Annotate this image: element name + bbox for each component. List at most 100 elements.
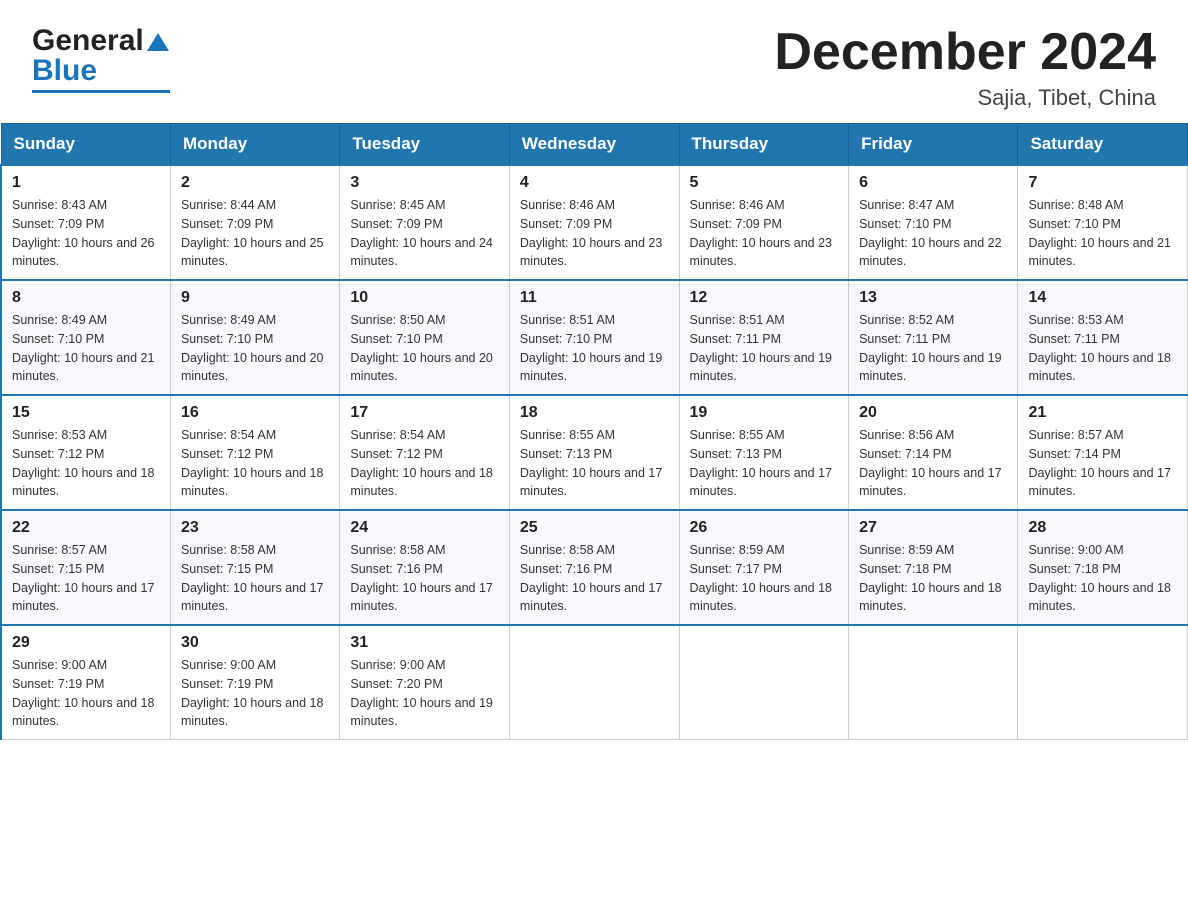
sunset-label: Sunset: 7:11 PM bbox=[1028, 332, 1120, 346]
day-number: 24 bbox=[350, 519, 498, 537]
day-number: 21 bbox=[1028, 404, 1177, 422]
day-number: 20 bbox=[859, 404, 1007, 422]
day-info: Sunrise: 8:54 AM Sunset: 7:12 PM Dayligh… bbox=[350, 426, 498, 501]
sunset-label: Sunset: 7:12 PM bbox=[350, 447, 442, 461]
day-info: Sunrise: 8:53 AM Sunset: 7:12 PM Dayligh… bbox=[12, 426, 160, 501]
sunset-label: Sunset: 7:10 PM bbox=[12, 332, 104, 346]
day-number: 23 bbox=[181, 519, 329, 537]
sunrise-label: Sunrise: 8:48 AM bbox=[1028, 198, 1123, 212]
sunset-label: Sunset: 7:10 PM bbox=[520, 332, 612, 346]
sunset-label: Sunset: 7:14 PM bbox=[859, 447, 951, 461]
day-cell-22: 22 Sunrise: 8:57 AM Sunset: 7:15 PM Dayl… bbox=[1, 510, 170, 625]
daylight-label: Daylight: 10 hours and 23 minutes. bbox=[690, 236, 832, 269]
sunrise-label: Sunrise: 8:50 AM bbox=[350, 313, 445, 327]
sunrise-label: Sunrise: 9:00 AM bbox=[1028, 543, 1123, 557]
day-number: 7 bbox=[1028, 174, 1177, 192]
daylight-label: Daylight: 10 hours and 17 minutes. bbox=[520, 581, 662, 614]
sunrise-label: Sunrise: 8:57 AM bbox=[1028, 428, 1123, 442]
calendar-header-row: Sunday Monday Tuesday Wednesday Thursday… bbox=[1, 124, 1188, 166]
logo: General Blue bbox=[32, 24, 170, 93]
sunset-label: Sunset: 7:09 PM bbox=[12, 217, 104, 231]
week-row-3: 15 Sunrise: 8:53 AM Sunset: 7:12 PM Dayl… bbox=[1, 395, 1188, 510]
day-info: Sunrise: 8:53 AM Sunset: 7:11 PM Dayligh… bbox=[1028, 311, 1177, 386]
day-cell-23: 23 Sunrise: 8:58 AM Sunset: 7:15 PM Dayl… bbox=[170, 510, 339, 625]
sunrise-label: Sunrise: 8:47 AM bbox=[859, 198, 954, 212]
daylight-label: Daylight: 10 hours and 20 minutes. bbox=[181, 351, 323, 384]
sunrise-label: Sunrise: 8:44 AM bbox=[181, 198, 276, 212]
day-cell-31: 31 Sunrise: 9:00 AM Sunset: 7:20 PM Dayl… bbox=[340, 625, 509, 740]
daylight-label: Daylight: 10 hours and 23 minutes. bbox=[520, 236, 662, 269]
day-number: 17 bbox=[350, 404, 498, 422]
sunset-label: Sunset: 7:17 PM bbox=[690, 562, 782, 576]
daylight-label: Daylight: 10 hours and 18 minutes. bbox=[690, 581, 832, 614]
week-row-5: 29 Sunrise: 9:00 AM Sunset: 7:19 PM Dayl… bbox=[1, 625, 1188, 740]
sunrise-label: Sunrise: 8:51 AM bbox=[520, 313, 615, 327]
day-info: Sunrise: 8:56 AM Sunset: 7:14 PM Dayligh… bbox=[859, 426, 1007, 501]
sunrise-label: Sunrise: 8:46 AM bbox=[520, 198, 615, 212]
sunrise-label: Sunrise: 9:00 AM bbox=[181, 658, 276, 672]
day-info: Sunrise: 8:49 AM Sunset: 7:10 PM Dayligh… bbox=[181, 311, 329, 386]
sunrise-label: Sunrise: 8:55 AM bbox=[520, 428, 615, 442]
sunset-label: Sunset: 7:19 PM bbox=[12, 677, 104, 691]
sunset-label: Sunset: 7:10 PM bbox=[1028, 217, 1120, 231]
empty-cell-w4d6 bbox=[1018, 625, 1188, 740]
daylight-label: Daylight: 10 hours and 17 minutes. bbox=[859, 466, 1001, 499]
sunrise-label: Sunrise: 8:52 AM bbox=[859, 313, 954, 327]
day-info: Sunrise: 8:51 AM Sunset: 7:11 PM Dayligh… bbox=[690, 311, 839, 386]
daylight-label: Daylight: 10 hours and 17 minutes. bbox=[1028, 466, 1170, 499]
day-cell-28: 28 Sunrise: 9:00 AM Sunset: 7:18 PM Dayl… bbox=[1018, 510, 1188, 625]
daylight-label: Daylight: 10 hours and 19 minutes. bbox=[350, 696, 492, 729]
day-info: Sunrise: 8:58 AM Sunset: 7:16 PM Dayligh… bbox=[520, 541, 669, 616]
sunset-label: Sunset: 7:16 PM bbox=[350, 562, 442, 576]
daylight-label: Daylight: 10 hours and 20 minutes. bbox=[350, 351, 492, 384]
day-cell-9: 9 Sunrise: 8:49 AM Sunset: 7:10 PM Dayli… bbox=[170, 280, 339, 395]
day-cell-25: 25 Sunrise: 8:58 AM Sunset: 7:16 PM Dayl… bbox=[509, 510, 679, 625]
daylight-label: Daylight: 10 hours and 19 minutes. bbox=[520, 351, 662, 384]
day-cell-11: 11 Sunrise: 8:51 AM Sunset: 7:10 PM Dayl… bbox=[509, 280, 679, 395]
sunset-label: Sunset: 7:14 PM bbox=[1028, 447, 1120, 461]
daylight-label: Daylight: 10 hours and 19 minutes. bbox=[859, 351, 1001, 384]
sunset-label: Sunset: 7:10 PM bbox=[350, 332, 442, 346]
sunset-label: Sunset: 7:18 PM bbox=[859, 562, 951, 576]
sunset-label: Sunset: 7:13 PM bbox=[520, 447, 612, 461]
day-cell-21: 21 Sunrise: 8:57 AM Sunset: 7:14 PM Dayl… bbox=[1018, 395, 1188, 510]
day-cell-26: 26 Sunrise: 8:59 AM Sunset: 7:17 PM Dayl… bbox=[679, 510, 849, 625]
day-number: 16 bbox=[181, 404, 329, 422]
sunset-label: Sunset: 7:09 PM bbox=[350, 217, 442, 231]
day-cell-18: 18 Sunrise: 8:55 AM Sunset: 7:13 PM Dayl… bbox=[509, 395, 679, 510]
day-number: 10 bbox=[350, 289, 498, 307]
sunrise-label: Sunrise: 8:43 AM bbox=[12, 198, 107, 212]
day-cell-14: 14 Sunrise: 8:53 AM Sunset: 7:11 PM Dayl… bbox=[1018, 280, 1188, 395]
sunrise-label: Sunrise: 8:54 AM bbox=[181, 428, 276, 442]
sunset-label: Sunset: 7:09 PM bbox=[690, 217, 782, 231]
col-header-saturday: Saturday bbox=[1018, 124, 1188, 166]
day-number: 6 bbox=[859, 174, 1007, 192]
day-cell-1: 1 Sunrise: 8:43 AM Sunset: 7:09 PM Dayli… bbox=[1, 165, 170, 280]
sunrise-label: Sunrise: 9:00 AM bbox=[350, 658, 445, 672]
daylight-label: Daylight: 10 hours and 21 minutes. bbox=[12, 351, 154, 384]
day-number: 31 bbox=[350, 634, 498, 652]
day-cell-12: 12 Sunrise: 8:51 AM Sunset: 7:11 PM Dayl… bbox=[679, 280, 849, 395]
empty-cell-w4d4 bbox=[679, 625, 849, 740]
sunset-label: Sunset: 7:11 PM bbox=[859, 332, 951, 346]
sunrise-label: Sunrise: 8:57 AM bbox=[12, 543, 107, 557]
daylight-label: Daylight: 10 hours and 18 minutes. bbox=[859, 581, 1001, 614]
day-number: 2 bbox=[181, 174, 329, 192]
day-info: Sunrise: 8:58 AM Sunset: 7:15 PM Dayligh… bbox=[181, 541, 329, 616]
sunset-label: Sunset: 7:15 PM bbox=[12, 562, 104, 576]
logo-underline bbox=[32, 90, 170, 93]
day-number: 4 bbox=[520, 174, 669, 192]
day-number: 25 bbox=[520, 519, 669, 537]
day-info: Sunrise: 8:55 AM Sunset: 7:13 PM Dayligh… bbox=[690, 426, 839, 501]
sunrise-label: Sunrise: 8:53 AM bbox=[1028, 313, 1123, 327]
daylight-label: Daylight: 10 hours and 17 minutes. bbox=[12, 581, 154, 614]
daylight-label: Daylight: 10 hours and 18 minutes. bbox=[181, 466, 323, 499]
sunrise-label: Sunrise: 8:45 AM bbox=[350, 198, 445, 212]
sunset-label: Sunset: 7:16 PM bbox=[520, 562, 612, 576]
day-info: Sunrise: 8:51 AM Sunset: 7:10 PM Dayligh… bbox=[520, 311, 669, 386]
day-cell-17: 17 Sunrise: 8:54 AM Sunset: 7:12 PM Dayl… bbox=[340, 395, 509, 510]
empty-cell-w4d3 bbox=[509, 625, 679, 740]
daylight-label: Daylight: 10 hours and 18 minutes. bbox=[1028, 351, 1170, 384]
day-cell-3: 3 Sunrise: 8:45 AM Sunset: 7:09 PM Dayli… bbox=[340, 165, 509, 280]
day-cell-24: 24 Sunrise: 8:58 AM Sunset: 7:16 PM Dayl… bbox=[340, 510, 509, 625]
